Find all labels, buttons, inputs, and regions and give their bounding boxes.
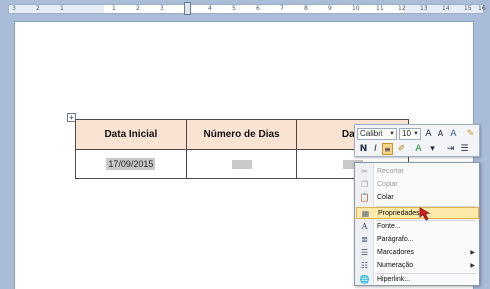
grow-font-icon[interactable]: A bbox=[423, 128, 434, 140]
ruler-number: 8 bbox=[304, 5, 308, 12]
ruler-number: 6 bbox=[256, 5, 260, 12]
ruler-number: 2 bbox=[36, 5, 40, 12]
align-center-icon[interactable]: ≡ bbox=[382, 143, 393, 155]
chevron-down-icon: ▼ bbox=[413, 131, 419, 137]
menu-item-label: Numeração bbox=[377, 262, 414, 269]
ruler-number: 1 bbox=[60, 5, 64, 12]
menu-item-label: Hiperlink... bbox=[377, 276, 411, 283]
table-cell[interactable]: 17/09/2015 bbox=[75, 149, 187, 179]
font-size-field[interactable]: 10 ▼ bbox=[399, 128, 421, 140]
menu-item-copy[interactable]: ❐ Copiar bbox=[356, 179, 479, 191]
ruler-number: 3 bbox=[12, 5, 16, 12]
menu-item-font[interactable]: A Fonte... bbox=[356, 221, 479, 233]
submenu-arrow-icon: ▶ bbox=[470, 263, 475, 269]
context-menu: ✂ Recortar ❐ Copiar 📋 Colar ▦ Propriedad… bbox=[354, 162, 480, 286]
menu-item-bullets[interactable]: ☰ Marcadores ▶ bbox=[356, 247, 479, 259]
hyperlink-icon: 🌐 bbox=[359, 275, 370, 284]
scissors-icon: ✂ bbox=[361, 167, 368, 176]
menu-item-numbering[interactable]: ☷ Numeração ▶ bbox=[356, 260, 479, 272]
bullets-icon[interactable]: ☰ bbox=[459, 143, 470, 155]
menu-item-label: Copiar bbox=[377, 181, 398, 188]
color-dropdown-icon[interactable]: ▾ bbox=[427, 143, 438, 155]
menu-item-label: Recortar bbox=[377, 168, 404, 175]
copy-icon: ❐ bbox=[360, 180, 369, 189]
pointer-arrow-icon bbox=[419, 207, 431, 221]
paste-icon: 📋 bbox=[359, 193, 370, 202]
font-size-value: 10 bbox=[402, 129, 411, 138]
menu-item-label: Marcadores bbox=[377, 249, 414, 256]
indent-marker[interactable] bbox=[184, 2, 191, 15]
styles-icon[interactable]: A bbox=[448, 128, 459, 140]
ruler-number: 1 bbox=[112, 5, 116, 12]
bold-button[interactable]: N bbox=[358, 143, 369, 155]
table-header-cell[interactable]: Número de Dias bbox=[185, 119, 298, 150]
chevron-down-icon: ▼ bbox=[389, 131, 395, 137]
selected-date: 17/09/2015 bbox=[106, 158, 156, 170]
italic-button[interactable]: I bbox=[370, 143, 381, 155]
menu-item-label: Parágrafo... bbox=[377, 236, 414, 243]
ruler-number: 10 bbox=[352, 5, 360, 12]
font-name-field[interactable]: Calibri ▼ bbox=[357, 128, 397, 140]
menu-item-paragraph[interactable]: ≣ Parágrafo... bbox=[356, 234, 479, 246]
menu-item-cut[interactable]: ✂ Recortar bbox=[356, 166, 479, 178]
indent-icon[interactable]: ⇥ bbox=[445, 143, 456, 155]
menu-item-label: Propriedades bbox=[378, 210, 420, 217]
shrink-font-icon[interactable]: A bbox=[435, 128, 446, 140]
menu-item-label: Fonte... bbox=[377, 223, 401, 230]
menu-item-paste[interactable]: 📋 Colar bbox=[356, 192, 479, 204]
submenu-arrow-icon: ▶ bbox=[470, 250, 475, 256]
ruler-number: 2 bbox=[136, 5, 140, 12]
ruler-number: 15 bbox=[464, 5, 472, 12]
bullets-icon: ☰ bbox=[360, 248, 369, 257]
font-name-value: Calibri bbox=[360, 129, 383, 138]
ruler-number: 3 bbox=[160, 5, 164, 12]
mini-toolbar: Calibri ▼ 10 ▼ A A A ✎ N I ≡ ✐ A ▾ ⇥ ☰ bbox=[354, 124, 480, 157]
ruler-number: 4 bbox=[208, 5, 212, 12]
ruler-number: 12 bbox=[398, 5, 406, 12]
ruler-number: 14 bbox=[442, 5, 450, 12]
ruler-number: 5 bbox=[232, 5, 236, 12]
horizontal-ruler[interactable]: 3 2 1 1 2 3 4 5 6 7 8 9 10 11 12 13 14 1… bbox=[0, 0, 490, 17]
numbering-icon: ☷ bbox=[360, 261, 369, 270]
table-cell[interactable] bbox=[185, 149, 298, 179]
ruler-number: 7 bbox=[280, 5, 284, 12]
paragraph-icon: ≣ bbox=[361, 235, 368, 244]
highlight-icon[interactable]: ✐ bbox=[396, 143, 407, 155]
ruler-number: 13 bbox=[420, 5, 428, 12]
table-header-cell[interactable]: Data Inicial bbox=[75, 119, 187, 150]
ruler-number: 11 bbox=[376, 5, 384, 12]
menu-item-hyperlink[interactable]: 🌐 Hiperlink... bbox=[356, 274, 479, 286]
font-icon: A bbox=[361, 222, 368, 231]
format-painter-icon[interactable]: ✎ bbox=[465, 128, 476, 140]
properties-icon: ▦ bbox=[361, 209, 370, 218]
ruler-number: 9 bbox=[328, 5, 332, 12]
menu-item-label: Colar bbox=[377, 194, 394, 201]
font-color-icon[interactable]: A bbox=[413, 143, 424, 155]
selected-empty bbox=[231, 160, 252, 170]
ruler-number: 16 bbox=[478, 5, 486, 12]
